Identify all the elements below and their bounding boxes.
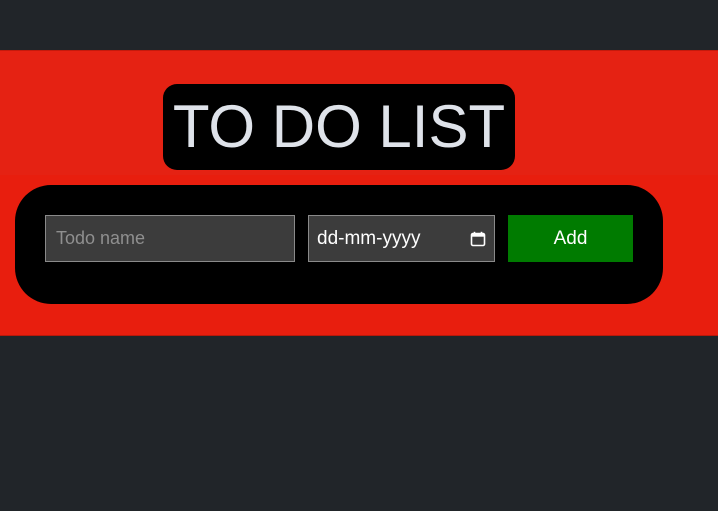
add-button[interactable]: Add xyxy=(508,215,633,262)
todo-name-input[interactable] xyxy=(45,215,295,262)
title-box: TO DO LIST xyxy=(163,84,515,170)
calendar-icon[interactable] xyxy=(470,231,486,247)
date-input[interactable]: dd-mm-yyyy xyxy=(308,215,495,262)
date-input-placeholder: dd-mm-yyyy xyxy=(317,227,421,249)
page-title: TO DO LIST xyxy=(172,93,506,160)
